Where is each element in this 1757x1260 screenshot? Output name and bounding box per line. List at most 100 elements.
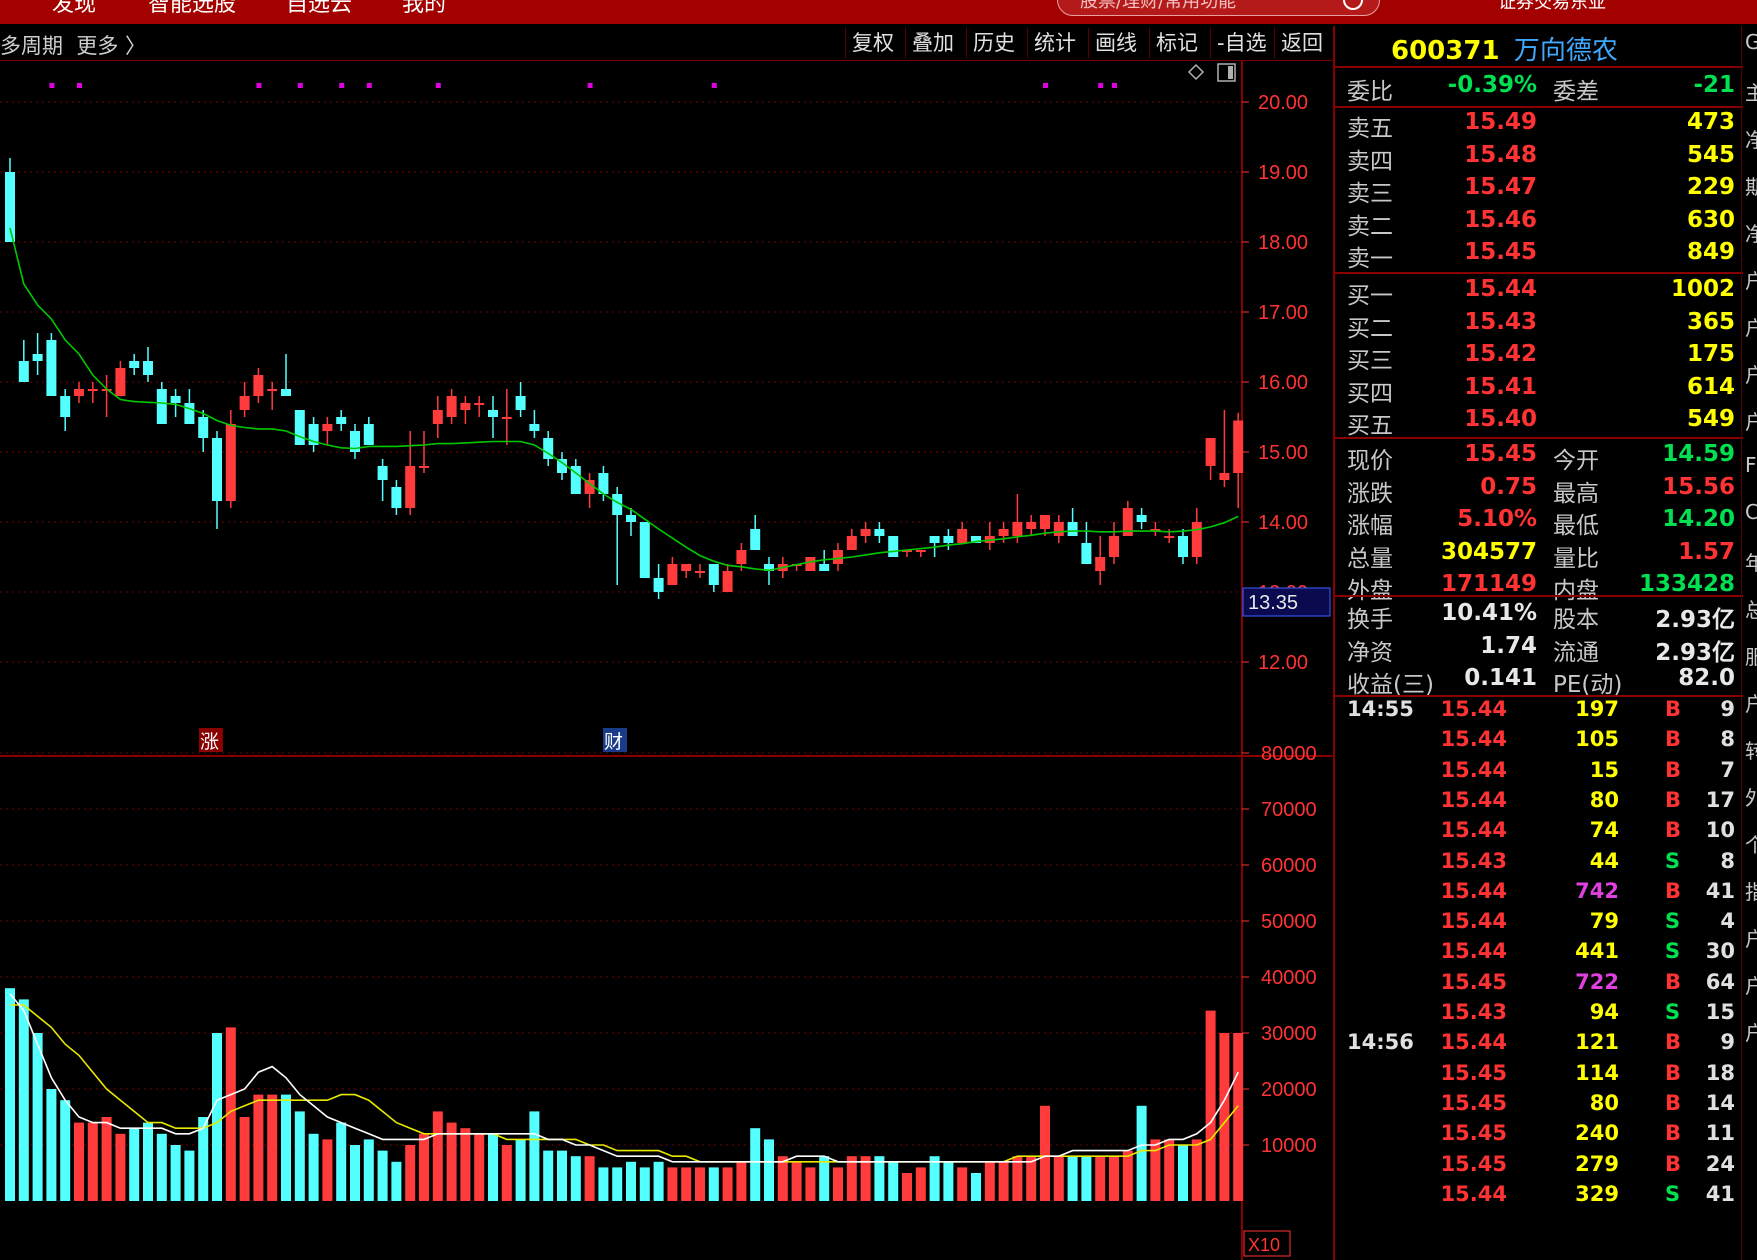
search-input[interactable]: 股票/理财/常用功能	[1057, 0, 1380, 16]
tick-cnt: 9	[1720, 1030, 1735, 1055]
buy-level-2-value2: 365	[1686, 308, 1735, 335]
panel-toggle-icon-fill	[1228, 66, 1233, 79]
volume-bar	[156, 1133, 167, 1201]
back-button[interactable]: 返回	[1274, 28, 1329, 58]
volume-bar	[501, 1145, 512, 1201]
tick-row[interactable]: 15.44 79 S 4	[1335, 909, 1743, 937]
candle-body	[846, 536, 857, 550]
signal-dot	[297, 83, 303, 88]
tick-row[interactable]: 15.45 80 B 14	[1335, 1091, 1743, 1119]
fund-row: 收益(三) 0.141 PE(动) 82.0	[1335, 665, 1743, 698]
candle-body	[474, 403, 485, 405]
top-nav-bar: 发现 智能选股 自选云 我的 股票/理财/常用功能 证券交易东亚	[0, 0, 1757, 24]
mark-button[interactable]: 标记	[1149, 28, 1204, 58]
overlay-button[interactable]: 叠加	[905, 28, 960, 58]
adjust-button[interactable]: 复权	[845, 28, 900, 58]
kline-chart[interactable]: 20.0019.0018.0017.0016.0015.0014.0013.00…	[0, 61, 1332, 1260]
tick-row[interactable]: 15.44 80 B 17	[1335, 788, 1743, 816]
volume-bar	[1081, 1156, 1092, 1201]
tick-vol: 80	[1589, 787, 1619, 812]
search-placeholder: 股票/理财/常用功能	[1080, 0, 1237, 12]
stat-row-label: 现价	[1347, 448, 1393, 474]
volume-bar	[626, 1161, 636, 1201]
broker-login-link[interactable]: 证券交易东亚	[1498, 0, 1606, 14]
tick-row[interactable]: 15.44 105 B 8	[1335, 727, 1743, 755]
buy-level-1: 买一 15.44 1002	[1335, 276, 1743, 309]
candle-body	[929, 536, 940, 543]
history-button[interactable]: 历史	[966, 28, 1021, 58]
diamond-icon[interactable]	[1187, 63, 1205, 81]
volume-bar	[18, 999, 29, 1201]
stock-header[interactable]: 600371 万向德农	[1391, 30, 1618, 67]
tick-row[interactable]: 15.44 15 B 7	[1335, 758, 1743, 786]
candle-body	[87, 389, 98, 391]
sell-level-3-label: 卖三	[1347, 181, 1393, 207]
volume-bar	[419, 1133, 429, 1201]
stat-row-label2: 今开	[1553, 448, 1599, 474]
candle-body	[805, 557, 816, 571]
tick-dir: B	[1665, 1030, 1682, 1055]
volume-tick-label: 40000	[1261, 967, 1317, 989]
tick-row[interactable]: 15.44 441 S 30	[1335, 939, 1743, 967]
candle-body	[501, 417, 512, 419]
edge-char: C	[1745, 500, 1757, 524]
candle-body	[957, 529, 968, 543]
tick-cnt: 14	[1705, 1090, 1735, 1115]
edge-char: 户	[1745, 265, 1757, 294]
tick-row[interactable]: 15.45 240 B 11	[1335, 1121, 1743, 1149]
volume-bar	[1191, 1139, 1202, 1201]
tick-cnt: 41	[1705, 878, 1735, 903]
candle-body	[888, 536, 899, 557]
tick-row[interactable]: 14:56 15.44 121 B 9	[1335, 1030, 1743, 1058]
tick-cnt: 64	[1705, 969, 1735, 994]
draw-line-button[interactable]: 画线	[1088, 28, 1143, 58]
tick-row[interactable]: 15.43 44 S 8	[1335, 849, 1743, 877]
fund-row-label: 收益(三)	[1347, 672, 1434, 698]
signal-dot	[435, 83, 441, 88]
volume-bar	[184, 1150, 195, 1201]
edge-char: 转	[1745, 735, 1757, 764]
period-selector[interactable]: 多周期 更多 〉	[0, 30, 146, 60]
tick-row[interactable]: 15.44 742 B 41	[1335, 879, 1743, 907]
nav-item-mine[interactable]: 我的	[402, 0, 446, 18]
signal-dot	[366, 83, 372, 88]
candle-body	[722, 571, 733, 592]
more-button[interactable]: 更多 〉	[76, 34, 146, 58]
tick-row[interactable]: 15.44 329 S 41	[1335, 1182, 1743, 1210]
current-price-tag-text: 13.35	[1248, 592, 1298, 614]
tick-row[interactable]: 15.45 114 B 18	[1335, 1061, 1743, 1089]
nav-item-smart-stock[interactable]: 智能选股	[148, 0, 236, 18]
tick-row[interactable]: 15.45 722 B 64	[1335, 970, 1743, 998]
stats-button[interactable]: 统计	[1027, 28, 1082, 58]
tick-row[interactable]: 15.44 74 B 10	[1335, 818, 1743, 846]
candle-body	[391, 487, 402, 508]
volume-bar	[915, 1167, 926, 1201]
candle-body	[1095, 557, 1106, 571]
volume-tick-label: 70000	[1261, 799, 1317, 821]
stat-row-value: 171149	[1440, 571, 1537, 597]
remove-watchlist-button[interactable]: -自选	[1210, 28, 1273, 58]
candle-body	[446, 396, 457, 417]
search-icon[interactable]	[1343, 0, 1363, 10]
period-label[interactable]: 多周期	[0, 34, 63, 58]
edge-char: G	[1745, 30, 1757, 54]
tick-dir: B	[1665, 1060, 1682, 1085]
tick-row[interactable]: 15.43 94 S 15	[1335, 1000, 1743, 1028]
tick-dir: B	[1665, 757, 1682, 782]
chart-area[interactable]: 20.0019.0018.0017.0016.0015.0014.0013.00…	[0, 61, 1332, 1260]
tick-dir: B	[1665, 787, 1682, 812]
nav-item-discover[interactable]: 发现	[52, 0, 96, 18]
edge-char: 外	[1745, 782, 1757, 811]
volume-bar	[74, 1122, 84, 1201]
volume-bar	[281, 1094, 291, 1201]
stat-row-value2: 14.20	[1662, 506, 1735, 532]
candle-body	[281, 389, 291, 396]
volume-bar	[267, 1094, 278, 1201]
volume-bar	[405, 1145, 416, 1201]
price-tick-label: 19.00	[1258, 162, 1308, 184]
tick-row[interactable]: 15.45 279 B 24	[1335, 1152, 1743, 1180]
tick-row[interactable]: 14:55 15.44 197 B 9	[1335, 697, 1743, 725]
signal-dot	[49, 83, 55, 88]
nav-item-watchlist-cloud[interactable]: 自选云	[286, 0, 352, 18]
volume-bar	[943, 1161, 954, 1201]
